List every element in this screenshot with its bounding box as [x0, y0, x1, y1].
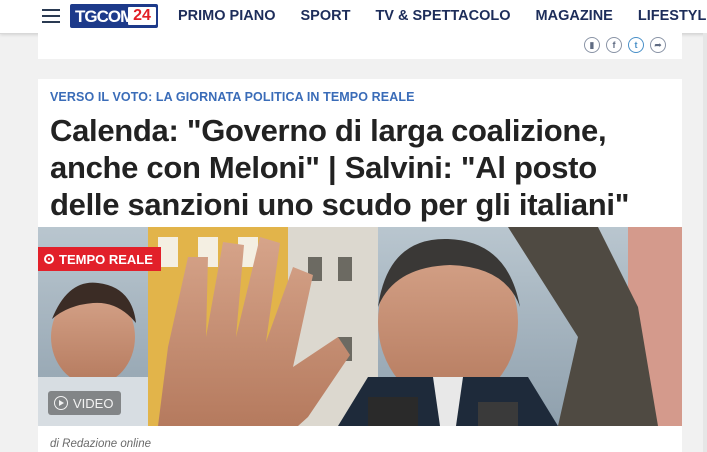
facebook-icon[interactable]: f [606, 37, 622, 53]
nav-item-lifestyle[interactable]: LIFESTYLE [638, 0, 707, 33]
share-icons: ▮ f t ➦ [584, 37, 666, 53]
share-bar: ▮ f t ➦ [38, 33, 682, 59]
live-badge-label: TEMPO REALE [59, 251, 153, 267]
logo-number: 24 [128, 7, 156, 25]
nav-item-magazine[interactable]: MAGAZINE [536, 0, 613, 33]
article-card: VERSO IL VOTO: LA GIORNATA POLITICA IN T… [38, 79, 682, 452]
play-icon [54, 396, 68, 410]
logo-text: TGCOM [75, 7, 134, 26]
article-byline: di Redazione online [50, 438, 152, 450]
bookmark-icon[interactable]: ▮ [584, 37, 600, 53]
hamburger-menu-icon[interactable] [42, 9, 60, 23]
nav-item-primo-piano[interactable]: PRIMO PIANO [178, 0, 275, 33]
nav-item-sport[interactable]: SPORT [300, 0, 350, 33]
top-navigation-bar: TGCOM 24 PRIMO PIANO SPORT TV & SPETTACO… [0, 0, 707, 34]
video-button-label: VIDEO [73, 395, 114, 411]
live-badge: TEMPO REALE [38, 247, 161, 271]
tgcom24-logo[interactable]: TGCOM 24 [70, 4, 158, 28]
live-dot-icon [44, 254, 54, 264]
video-button[interactable]: VIDEO [48, 391, 122, 415]
article-headline[interactable]: Calenda: "Governo di larga coalizione, a… [50, 112, 670, 223]
main-nav: PRIMO PIANO SPORT TV & SPETTACOLO MAGAZI… [178, 0, 707, 33]
share-icon[interactable]: ➦ [650, 37, 666, 53]
scrollbar-track[interactable] [703, 33, 707, 452]
hero-image[interactable]: TEMPO REALE VIDEO [38, 227, 682, 426]
twitter-icon[interactable]: t [628, 37, 644, 53]
article-kicker[interactable]: VERSO IL VOTO: LA GIORNATA POLITICA IN T… [50, 90, 415, 104]
nav-item-tv-spettacolo[interactable]: TV & SPETTACOLO [375, 0, 510, 33]
